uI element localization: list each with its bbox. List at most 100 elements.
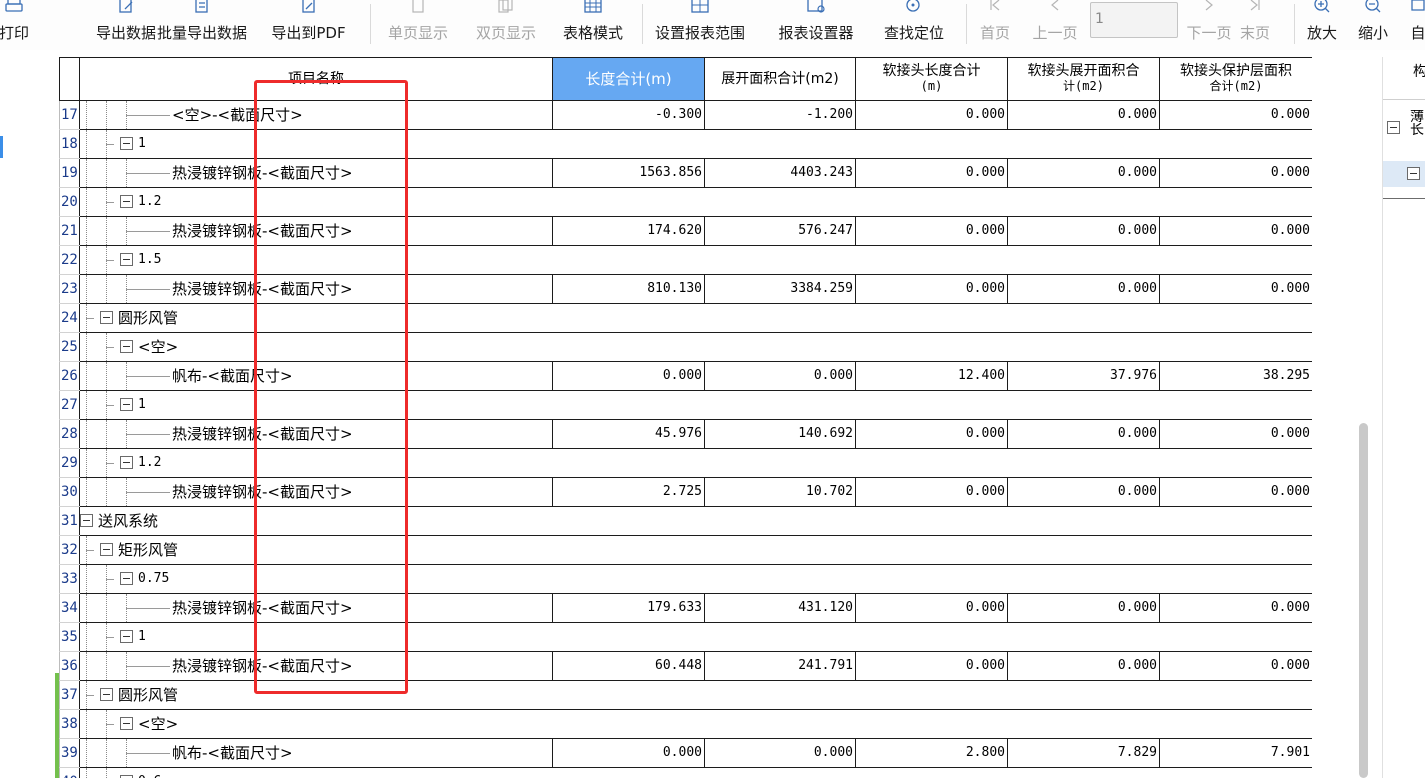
column-header-name[interactable]: 项目名称 [79,57,553,101]
value-cell[interactable]: 0.000 [1007,419,1160,449]
row-name-cell[interactable]: 1.5 [79,245,1312,275]
toolbar-button-single-page[interactable]: 单页显示 [382,0,454,50]
value-cell[interactable]: 0.000 [1007,651,1160,681]
value-cell[interactable]: 431.120 [704,593,856,623]
collapse-toggle-icon[interactable] [100,311,113,324]
value-cell[interactable]: 0.000 [855,274,1008,304]
value-cell[interactable]: 174.620 [552,216,705,246]
value-cell[interactable]: 0.000 [1159,651,1312,681]
row-name-cell[interactable]: 热浸镀锌钢板-<截面尺寸> [79,419,553,449]
value-cell[interactable]: 0.000 [1007,593,1160,623]
collapse-toggle-icon[interactable] [120,340,133,353]
toolbar-button-export-pdf[interactable]: 导出到PDF [271,0,346,50]
table-row[interactable]: 28 热浸镀锌钢板-<截面尺寸> 45.976 140.692 0.000 0.000 0.… [59,419,1312,449]
table-row[interactable]: 39 帆布-<截面尺寸> 0.000 0.000 2.800 7.829 7.901 [59,738,1312,768]
toolbar-button-fit[interactable]: 自 [1405,0,1425,50]
value-cell[interactable]: 38.295 [1159,361,1312,391]
toolbar-button-prev-page[interactable]: 上一页 [1028,0,1082,50]
collapse-toggle-icon[interactable] [120,137,133,150]
table-row[interactable]: 18 1 [59,129,1312,159]
value-cell[interactable]: 576.247 [704,216,856,246]
row-name-cell[interactable]: 热浸镀锌钢板-<截面尺寸> [79,158,553,188]
toolbar-button-report-settings[interactable]: 报表设置器 [775,0,857,50]
row-name-cell[interactable]: 0.75 [79,564,1312,594]
value-cell[interactable]: 0.000 [552,738,705,768]
value-cell[interactable]: 241.791 [704,651,856,681]
value-cell[interactable]: 0.000 [1159,274,1312,304]
row-name-cell[interactable]: 热浸镀锌钢板-<截面尺寸> [79,274,553,304]
table-row[interactable]: 23 热浸镀锌钢板-<截面尺寸> 810.130 3384.259 0.000 0.000… [59,274,1312,304]
vertical-scrollbar[interactable] [1359,423,1368,778]
toolbar-button-find-locate[interactable]: 查找定位 [878,0,950,50]
toolbar-button-next-page[interactable]: 下一页 [1182,0,1236,50]
column-header-soft-length[interactable]: 软接头长度合计 (m) [855,57,1008,101]
value-cell[interactable]: 0.000 [1159,477,1312,507]
value-cell[interactable]: 2.725 [552,477,705,507]
value-cell[interactable]: 810.130 [552,274,705,304]
value-cell[interactable]: 0.000 [855,158,1008,188]
table-row[interactable]: 400.6 [59,767,1312,778]
collapse-toggle-icon[interactable] [120,717,133,730]
row-name-cell[interactable]: 1.2 [79,448,1312,478]
value-cell[interactable]: 4403.243 [704,158,856,188]
column-header-area[interactable]: 展开面积合计(m2) [704,57,856,101]
toolbar-button-double-page[interactable]: 双页显示 [470,0,542,50]
table-row[interactable]: 38 <空> [59,709,1312,739]
value-cell[interactable]: 0.000 [855,100,1008,130]
table-row[interactable]: 35 1 [59,622,1312,652]
collapse-toggle-icon[interactable] [80,514,93,527]
value-cell[interactable]: 2.800 [855,738,1008,768]
row-name-cell[interactable]: 圆形风管 [79,303,1312,333]
row-name-cell[interactable]: 送风系统 [79,506,1312,536]
collapse-toggle-icon[interactable] [120,630,133,643]
page-number-input[interactable]: 1 [1090,2,1178,38]
value-cell[interactable]: 10.702 [704,477,856,507]
toolbar-button-zoom-out[interactable]: 缩小 [1355,0,1391,50]
toolbar-button-printer[interactable]: 打印 [0,0,31,50]
row-name-cell[interactable]: 1 [79,129,1312,159]
row-name-cell[interactable]: <空> [79,332,1312,362]
table-row[interactable]: 25 <空> [59,332,1312,362]
toolbar-button-first-page[interactable]: 首页 [976,0,1014,50]
value-cell[interactable]: 0.000 [1159,593,1312,623]
row-name-cell[interactable]: 1 [79,622,1312,652]
value-cell[interactable]: 7.829 [1007,738,1160,768]
table-row[interactable]: 21 热浸镀锌钢板-<截面尺寸> 174.620 576.247 0.000 0.000 0… [59,216,1312,246]
table-row[interactable]: 17 <空>-<截面尺寸> -0.300 -1.200 0.000 0.000 0.000 [59,100,1312,130]
value-cell[interactable]: 3384.259 [704,274,856,304]
row-name-cell[interactable]: 帆布-<截面尺寸> [79,738,553,768]
row-name-cell[interactable]: 0.6 [79,767,1312,778]
column-header-length[interactable]: 长度合计(m) [552,57,705,101]
table-row[interactable]: 37 圆形风管 [59,680,1312,710]
collapse-toggle-icon[interactable] [120,572,133,585]
table-row[interactable]: 19 热浸镀锌钢板-<截面尺寸> 1563.856 4403.243 0.000 0.00… [59,158,1312,188]
row-name-cell[interactable]: 热浸镀锌钢板-<截面尺寸> [79,477,553,507]
collapse-toggle-icon[interactable] [120,398,133,411]
row-name-cell[interactable]: 1.2 [79,187,1312,217]
value-cell[interactable]: 0.000 [552,361,705,391]
table-row[interactable]: 32 矩形风管 [59,535,1312,565]
value-cell[interactable]: 0.000 [1007,158,1160,188]
toolbar-button-zoom-in[interactable]: 放大 [1304,0,1340,50]
value-cell[interactable]: 12.400 [855,361,1008,391]
value-cell[interactable]: 0.000 [1159,158,1312,188]
value-cell[interactable]: 0.000 [855,477,1008,507]
value-cell[interactable]: 0.000 [1159,419,1312,449]
value-cell[interactable]: 0.000 [1007,100,1160,130]
table-row[interactable]: 24 圆形风管 [59,303,1312,333]
value-cell[interactable]: 60.448 [552,651,705,681]
value-cell[interactable]: 0.000 [855,216,1008,246]
value-cell[interactable]: 0.000 [704,361,856,391]
table-row[interactable]: 22 1.5 [59,245,1312,275]
toolbar-button-report-range[interactable]: 设置报表范围 [652,0,748,50]
table-row[interactable]: 30 热浸镀锌钢板-<截面尺寸> 2.725 10.702 0.000 0.000 0.00… [59,477,1312,507]
value-cell[interactable]: 0.000 [1007,477,1160,507]
row-name-cell[interactable]: <空> [79,709,1312,739]
value-cell[interactable]: 0.000 [855,651,1008,681]
row-name-cell[interactable]: 热浸镀锌钢板-<截面尺寸> [79,216,553,246]
structure-panel-item-2[interactable]: 长 [1410,123,1425,138]
toolbar-button-table-mode[interactable]: 表格模式 [557,0,629,50]
toolbar-button-batch-export[interactable]: 批量导出数据 [147,0,257,50]
column-header-soft-area[interactable]: 软接头展开面积合 计(m2) [1007,57,1160,101]
value-cell[interactable]: 0.000 [1007,274,1160,304]
